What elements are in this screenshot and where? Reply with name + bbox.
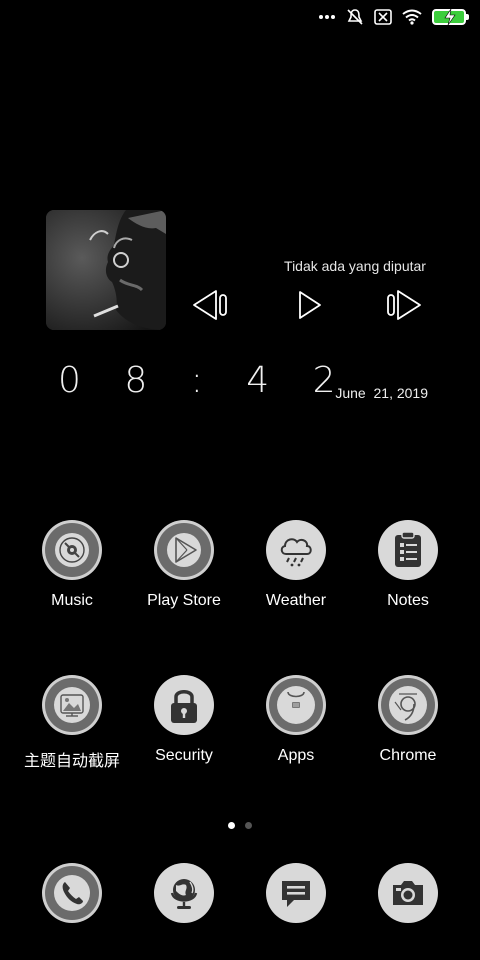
app-apps[interactable]: Apps: [240, 675, 352, 765]
page-dot[interactable]: [245, 822, 252, 829]
apps-icon: [266, 675, 326, 735]
next-button[interactable]: [382, 287, 426, 323]
sim-off-icon: [374, 9, 392, 25]
clock-date: June 21, 2019: [335, 385, 428, 401]
theme-screenshot-icon: [42, 675, 102, 735]
lock-icon: [154, 675, 214, 735]
messages-icon: [266, 863, 326, 923]
app-label: Play Store: [147, 592, 221, 609]
app-label: Security: [155, 747, 213, 764]
weather-cloud-icon: [266, 520, 326, 580]
previous-button[interactable]: [188, 287, 232, 323]
more-dots-icon: [319, 15, 335, 19]
app-label: Weather: [265, 592, 327, 609]
page-dot-active[interactable]: [228, 822, 235, 829]
app-label: Apps: [277, 747, 315, 764]
play-store-icon: [154, 520, 214, 580]
disc-icon: [42, 520, 102, 580]
wifi-icon: [402, 9, 422, 25]
app-chrome[interactable]: Chrome: [352, 675, 464, 765]
dock-messages[interactable]: [240, 863, 352, 923]
status-bar: [318, 6, 469, 28]
camera-icon: [378, 863, 438, 923]
app-label: Notes: [387, 592, 429, 609]
previous-icon: [193, 290, 227, 320]
app-security[interactable]: Security: [128, 675, 240, 765]
chrome-icon: [378, 675, 438, 735]
play-button[interactable]: [287, 287, 331, 323]
app-label: Chrome: [379, 747, 437, 764]
app-notes[interactable]: Notes: [352, 520, 464, 610]
app-weather[interactable]: Weather: [240, 520, 352, 610]
dock-phone[interactable]: [16, 863, 128, 923]
notes-clipboard-icon: [378, 520, 438, 580]
page-indicator: [0, 822, 480, 829]
app-music[interactable]: Music: [16, 520, 128, 610]
next-icon: [387, 290, 421, 320]
play-icon: [299, 291, 321, 319]
now-playing-status: Tidak ada yang diputar: [284, 258, 426, 274]
mute-icon: [347, 9, 363, 25]
dock-camera[interactable]: [352, 863, 464, 923]
browser-globe-icon: [154, 863, 214, 923]
app-play-store[interactable]: Play Store: [128, 520, 240, 610]
app-label: 主题自动截屏: [23, 753, 120, 770]
app-theme-screenshot[interactable]: 主题自动截屏: [16, 675, 128, 771]
album-art[interactable]: [46, 210, 166, 330]
phone-icon: [42, 863, 102, 923]
battery-charging-icon: [432, 9, 469, 25]
dock-browser[interactable]: [128, 863, 240, 923]
app-label: Music: [51, 592, 93, 609]
